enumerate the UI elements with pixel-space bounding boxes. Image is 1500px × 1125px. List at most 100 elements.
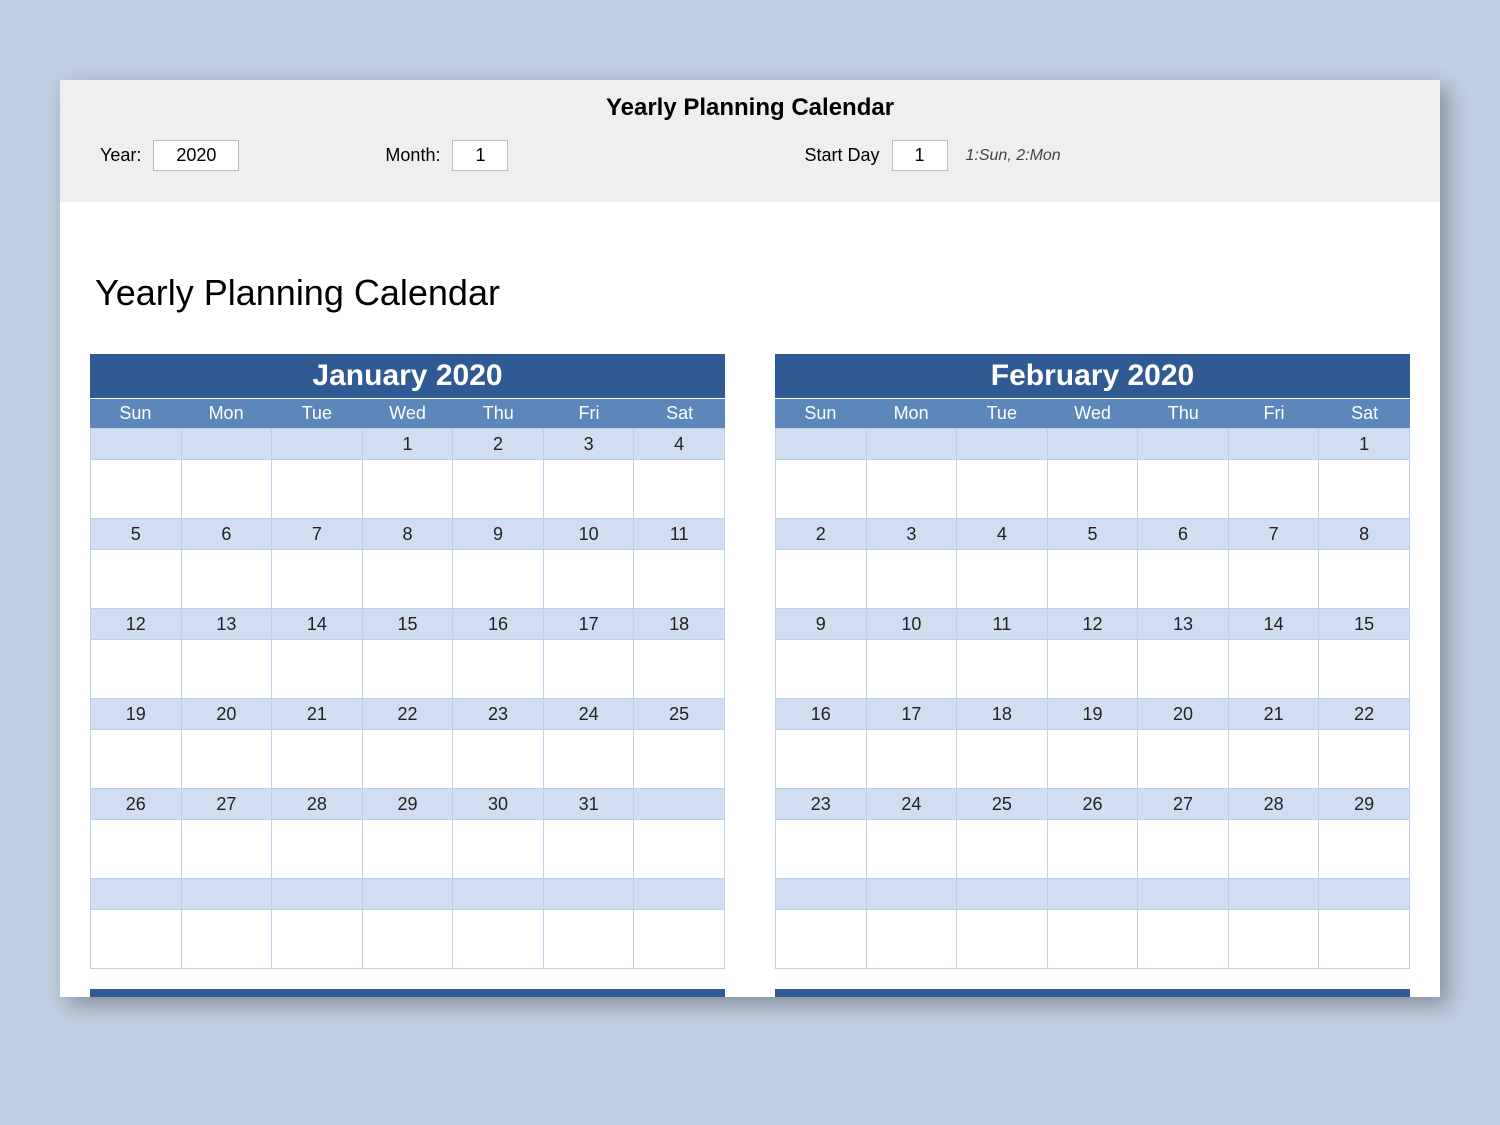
calendar-day-number[interactable]	[776, 429, 867, 460]
calendar-day-number[interactable]: 11	[957, 609, 1048, 640]
calendar-day-number[interactable]	[1228, 429, 1319, 460]
calendar-day-number[interactable]	[272, 879, 363, 910]
calendar-day-note[interactable]	[272, 640, 363, 699]
calendar-day-number[interactable]	[362, 879, 453, 910]
calendar-day-number[interactable]	[91, 429, 182, 460]
calendar-day-number[interactable]	[776, 879, 867, 910]
calendar-day-note[interactable]	[362, 730, 453, 789]
calendar-day-number[interactable]: 28	[1228, 789, 1319, 820]
calendar-day-number[interactable]: 19	[1047, 699, 1138, 730]
calendar-day-number[interactable]: 29	[362, 789, 453, 820]
calendar-day-number[interactable]: 15	[1319, 609, 1410, 640]
calendar-day-number[interactable]: 2	[776, 519, 867, 550]
calendar-day-number[interactable]: 20	[1138, 699, 1229, 730]
calendar-day-note[interactable]	[543, 640, 634, 699]
calendar-day-note[interactable]	[181, 640, 272, 699]
calendar-day-note[interactable]	[1138, 550, 1229, 609]
calendar-day-number[interactable]: 15	[362, 609, 453, 640]
calendar-day-number[interactable]: 7	[272, 519, 363, 550]
calendar-day-note[interactable]	[1319, 910, 1410, 969]
calendar-day-note[interactable]	[362, 640, 453, 699]
calendar-day-number[interactable]: 28	[272, 789, 363, 820]
calendar-day-number[interactable]: 20	[181, 699, 272, 730]
calendar-day-note[interactable]	[1228, 730, 1319, 789]
calendar-day-note[interactable]	[634, 730, 725, 789]
calendar-day-number[interactable]: 4	[957, 519, 1048, 550]
calendar-day-note[interactable]	[91, 640, 182, 699]
calendar-day-number[interactable]: 29	[1319, 789, 1410, 820]
calendar-day-number[interactable]: 30	[453, 789, 544, 820]
calendar-day-number[interactable]: 10	[866, 609, 957, 640]
startday-input[interactable]: 1	[892, 140, 948, 171]
calendar-day-number[interactable]	[1138, 429, 1229, 460]
calendar-day-note[interactable]	[1319, 640, 1410, 699]
calendar-day-note[interactable]	[634, 910, 725, 969]
calendar-day-note[interactable]	[776, 730, 867, 789]
calendar-day-number[interactable]: 31	[543, 789, 634, 820]
calendar-day-number[interactable]: 14	[272, 609, 363, 640]
calendar-day-number[interactable]	[272, 429, 363, 460]
calendar-day-number[interactable]	[1138, 879, 1229, 910]
calendar-day-note[interactable]	[634, 550, 725, 609]
calendar-day-note[interactable]	[1138, 460, 1229, 519]
calendar-day-note[interactable]	[1047, 730, 1138, 789]
calendar-day-note[interactable]	[957, 820, 1048, 879]
calendar-day-note[interactable]	[1319, 460, 1410, 519]
calendar-day-number[interactable]: 3	[866, 519, 957, 550]
calendar-day-number[interactable]: 24	[866, 789, 957, 820]
calendar-day-number[interactable]: 18	[634, 609, 725, 640]
calendar-day-number[interactable]	[1228, 879, 1319, 910]
calendar-day-number[interactable]: 24	[543, 699, 634, 730]
calendar-day-number[interactable]: 1	[1319, 429, 1410, 460]
calendar-day-note[interactable]	[866, 730, 957, 789]
calendar-day-number[interactable]: 13	[1138, 609, 1229, 640]
calendar-day-number[interactable]: 4	[634, 429, 725, 460]
calendar-day-number[interactable]: 21	[272, 699, 363, 730]
calendar-day-note[interactable]	[272, 910, 363, 969]
calendar-day-note[interactable]	[1319, 820, 1410, 879]
calendar-day-number[interactable]: 5	[91, 519, 182, 550]
calendar-day-note[interactable]	[866, 910, 957, 969]
calendar-day-note[interactable]	[957, 640, 1048, 699]
calendar-day-number[interactable]	[91, 879, 182, 910]
calendar-day-number[interactable]: 12	[1047, 609, 1138, 640]
calendar-day-number[interactable]: 27	[181, 789, 272, 820]
calendar-day-note[interactable]	[272, 460, 363, 519]
calendar-day-note[interactable]	[957, 550, 1048, 609]
calendar-day-note[interactable]	[362, 460, 453, 519]
calendar-day-number[interactable]: 10	[543, 519, 634, 550]
calendar-day-number[interactable]: 5	[1047, 519, 1138, 550]
calendar-day-note[interactable]	[776, 640, 867, 699]
calendar-day-number[interactable]: 2	[453, 429, 544, 460]
calendar-day-number[interactable]	[1047, 879, 1138, 910]
calendar-day-note[interactable]	[776, 550, 867, 609]
calendar-day-note[interactable]	[776, 910, 867, 969]
calendar-day-number[interactable]: 8	[362, 519, 453, 550]
calendar-day-note[interactable]	[1047, 820, 1138, 879]
calendar-day-note[interactable]	[866, 820, 957, 879]
calendar-day-note[interactable]	[634, 820, 725, 879]
calendar-day-note[interactable]	[453, 460, 544, 519]
calendar-day-note[interactable]	[272, 730, 363, 789]
calendar-day-number[interactable]: 6	[1138, 519, 1229, 550]
calendar-day-number[interactable]: 7	[1228, 519, 1319, 550]
calendar-day-note[interactable]	[543, 550, 634, 609]
calendar-day-note[interactable]	[1138, 640, 1229, 699]
calendar-day-number[interactable]: 8	[1319, 519, 1410, 550]
calendar-day-number[interactable]: 16	[453, 609, 544, 640]
calendar-day-number[interactable]	[181, 429, 272, 460]
calendar-day-note[interactable]	[453, 910, 544, 969]
calendar-day-number[interactable]: 16	[776, 699, 867, 730]
calendar-day-number[interactable]: 25	[957, 789, 1048, 820]
calendar-day-number[interactable]: 19	[91, 699, 182, 730]
calendar-day-note[interactable]	[91, 820, 182, 879]
calendar-day-number[interactable]: 17	[543, 609, 634, 640]
calendar-day-note[interactable]	[181, 460, 272, 519]
calendar-day-number[interactable]	[866, 429, 957, 460]
calendar-day-note[interactable]	[453, 820, 544, 879]
calendar-day-note[interactable]	[181, 730, 272, 789]
calendar-day-note[interactable]	[957, 460, 1048, 519]
calendar-day-note[interactable]	[1138, 730, 1229, 789]
calendar-day-note[interactable]	[957, 910, 1048, 969]
calendar-day-note[interactable]	[1047, 640, 1138, 699]
